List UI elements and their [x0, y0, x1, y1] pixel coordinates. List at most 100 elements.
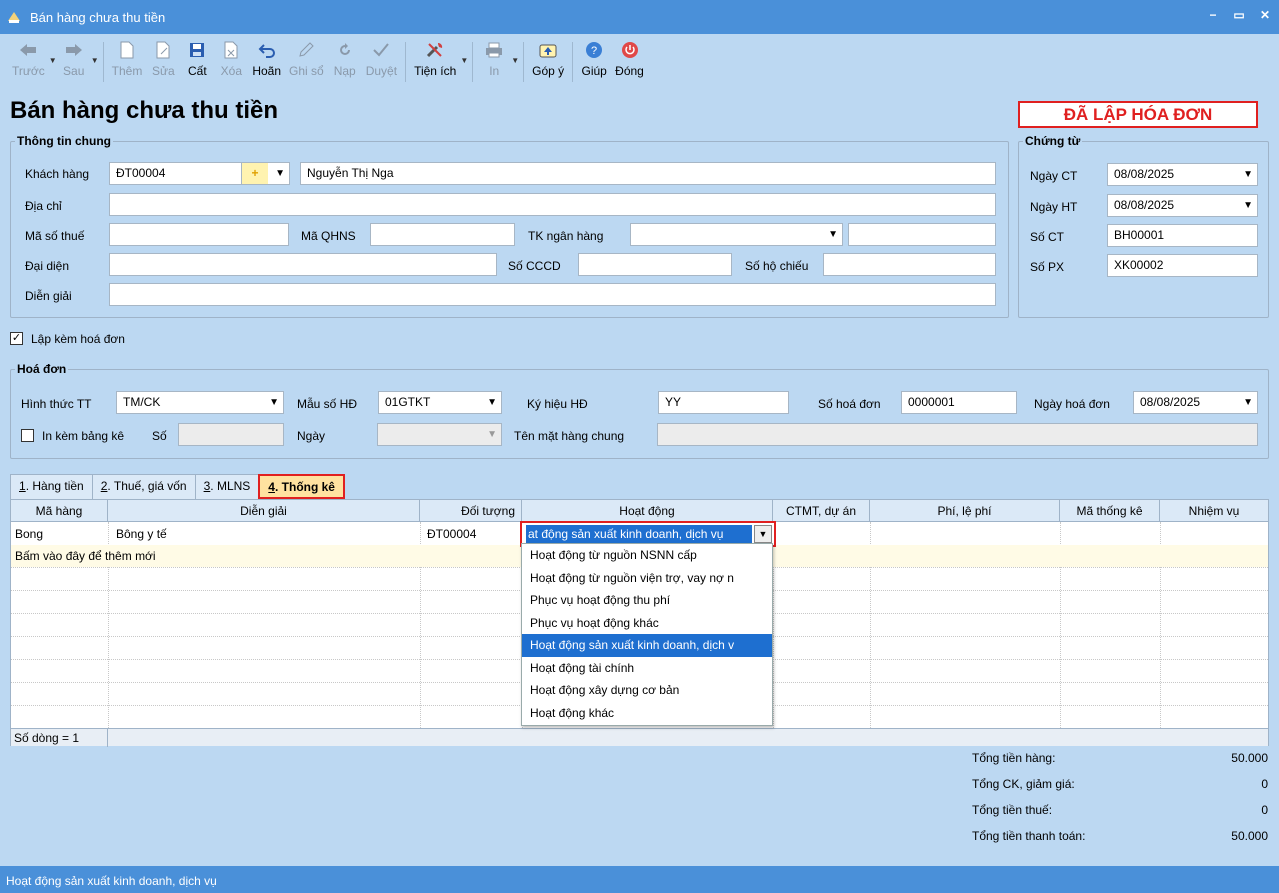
invoice-date-input[interactable]: 08/08/2025 ▼	[1133, 391, 1258, 414]
tab-mlns[interactable]: 3. MLNS	[194, 474, 260, 499]
voucher-legend: Chứng từ	[1025, 134, 1081, 148]
passport-input[interactable]	[823, 253, 996, 276]
load-button[interactable]: Nạp	[328, 34, 362, 78]
delete-label: Xóa	[220, 64, 242, 78]
representative-input[interactable]	[109, 253, 497, 276]
column-header[interactable]: Diễn giải	[108, 500, 420, 522]
list-date-label: Ngày	[297, 429, 326, 443]
date-ct-input[interactable]: 08/08/2025 ▼	[1107, 163, 1258, 186]
column-header[interactable]: Phí, lệ phí	[870, 500, 1060, 522]
representative-label: Đại diện	[25, 259, 70, 273]
page-title: Bán hàng chưa thu tiền	[10, 97, 279, 124]
save-button[interactable]: Cất	[180, 34, 214, 78]
bank-account-select[interactable]: ▼	[630, 223, 843, 246]
list-number-input[interactable]	[178, 423, 284, 446]
status-bar: Hoạt động sản xuất kinh doanh, dịch vụ	[0, 866, 1279, 893]
column-header[interactable]: Nhiệm vụ	[1160, 500, 1268, 522]
add-customer-icon[interactable]: +	[241, 162, 269, 185]
toolbar-separator	[405, 42, 407, 82]
column-header[interactable]: Mã thống kê	[1060, 500, 1160, 522]
cell-item-code[interactable]: Bong	[11, 523, 107, 545]
dropdown-option[interactable]: Phục vụ hoạt động thu phí	[522, 589, 772, 612]
tax-code-input[interactable]	[109, 223, 289, 246]
cell-description[interactable]: Bông y tế	[112, 523, 418, 545]
number-ct-input[interactable]: BH00001	[1107, 224, 1258, 247]
prev-button[interactable]: Trước	[8, 34, 49, 78]
list-date-input[interactable]: ▼	[377, 423, 502, 446]
add-button[interactable]: Thêm	[108, 34, 147, 78]
approve-button[interactable]: Duyệt	[362, 34, 401, 78]
tab-statistics[interactable]: 4. Thống kê	[258, 474, 345, 499]
attach-invoice-checkbox[interactable]: ✓	[10, 332, 23, 345]
grid-footer: Số dòng = 1	[11, 728, 1268, 747]
dropdown-option[interactable]: Hoạt động xây dựng cơ bản	[522, 679, 772, 702]
date-ct-value: 08/08/2025	[1114, 167, 1175, 181]
chevron-down-icon: ▼	[487, 397, 497, 408]
next-button[interactable]: Sau	[57, 34, 91, 78]
utilities-dropdown-icon[interactable]: ▼	[460, 56, 468, 65]
total-tax-label: Tổng tiền thuế:	[972, 803, 1053, 817]
common-item-input[interactable]	[657, 423, 1258, 446]
number-px-input[interactable]: XK00002	[1107, 254, 1258, 277]
maximize-icon[interactable]: ▭	[1231, 8, 1247, 22]
close-label: Đóng	[615, 64, 644, 78]
template-select[interactable]: 01GTKT ▼	[378, 391, 502, 414]
customer-dropdown-icon[interactable]: ▼	[268, 162, 290, 185]
invoice-date-value: 08/08/2025	[1140, 395, 1201, 409]
checkmark-icon	[371, 40, 391, 60]
prev-dropdown-icon[interactable]: ▼	[49, 56, 57, 65]
invoice-date-label: Ngày hoá đơn	[1034, 397, 1110, 411]
customer-name-input[interactable]: Nguyễn Thị Nga	[300, 162, 996, 185]
next-dropdown-icon[interactable]: ▼	[91, 56, 99, 65]
save-label: Cất	[187, 64, 207, 78]
utilities-button[interactable]: Tiện ích	[410, 34, 460, 78]
tools-icon	[425, 40, 445, 60]
column-header[interactable]: Hoạt động	[522, 500, 773, 522]
payment-method-value: TM/CK	[123, 395, 161, 409]
print-dropdown-icon[interactable]: ▼	[511, 56, 519, 65]
dropdown-option[interactable]: Hoạt động sản xuất kinh doanh, dịch v	[522, 634, 772, 657]
symbol-input[interactable]: YY	[658, 391, 789, 414]
qhns-label: Mã QHNS	[301, 229, 356, 243]
activity-dropdown-icon[interactable]: ▼	[754, 525, 772, 543]
edit-button[interactable]: Sửa	[146, 34, 180, 78]
undo-button[interactable]: Hoãn	[248, 34, 285, 78]
column-header[interactable]: Đối tượng	[420, 500, 522, 522]
minimize-icon[interactable]: −	[1205, 8, 1221, 22]
total-payment-value: 50.000	[1231, 829, 1268, 843]
id-card-label: Số CCCD	[508, 259, 561, 273]
tab-goods-money[interactable]: 1. Hàng tiền	[10, 474, 93, 499]
total-payment-row: Tổng tiền thanh toán: 50.000	[972, 826, 1268, 852]
dropdown-option[interactable]: Hoạt động tài chính	[522, 657, 772, 680]
svg-text:?: ?	[591, 45, 597, 57]
id-card-input[interactable]	[578, 253, 732, 276]
dropdown-option[interactable]: Hoạt động khác	[522, 702, 772, 725]
qhns-input[interactable]	[370, 223, 515, 246]
common-item-label: Tên mặt hàng chung	[514, 429, 625, 443]
cell-object[interactable]: ĐT00004	[423, 523, 519, 545]
toolbar-separator	[523, 42, 525, 82]
invoice-number-input[interactable]: 0000001	[901, 391, 1017, 414]
totals-panel: Tổng tiền hàng: 50.000 Tổng CK, giảm giá:…	[972, 748, 1268, 852]
close-window-icon[interactable]: ✕	[1257, 8, 1273, 22]
dropdown-option[interactable]: Phục vụ hoạt động khác	[522, 612, 772, 635]
activity-editor-value[interactable]: at động sản xuất kinh doanh, dịch vụ	[526, 525, 752, 543]
post-button[interactable]: Ghi sổ	[285, 34, 328, 78]
delete-button[interactable]: Xóa	[214, 34, 248, 78]
print-button[interactable]: In	[477, 34, 511, 78]
tab-tax-cost[interactable]: 2. Thuế, giá vốn	[91, 474, 196, 499]
feedback-button[interactable]: Góp ý	[528, 34, 568, 78]
column-header[interactable]: CTMT, dự án	[773, 500, 870, 522]
date-ht-input[interactable]: 08/08/2025 ▼	[1107, 194, 1258, 217]
customer-code-input[interactable]: ĐT00004	[109, 162, 243, 185]
payment-method-select[interactable]: TM/CK ▼	[116, 391, 284, 414]
bank-name-input[interactable]	[848, 223, 996, 246]
dropdown-option[interactable]: Hoạt động từ nguồn viện trợ, vay nợ n	[522, 567, 772, 590]
dropdown-option[interactable]: Hoạt động từ nguồn NSNN cấp	[522, 544, 772, 567]
close-button[interactable]: Đóng	[611, 34, 648, 78]
address-input[interactable]	[109, 193, 996, 216]
print-list-checkbox[interactable]	[21, 429, 34, 442]
column-header[interactable]: Mã hàng	[11, 500, 108, 522]
help-button[interactable]: ? Giúp	[577, 34, 611, 78]
description-input[interactable]	[109, 283, 996, 306]
